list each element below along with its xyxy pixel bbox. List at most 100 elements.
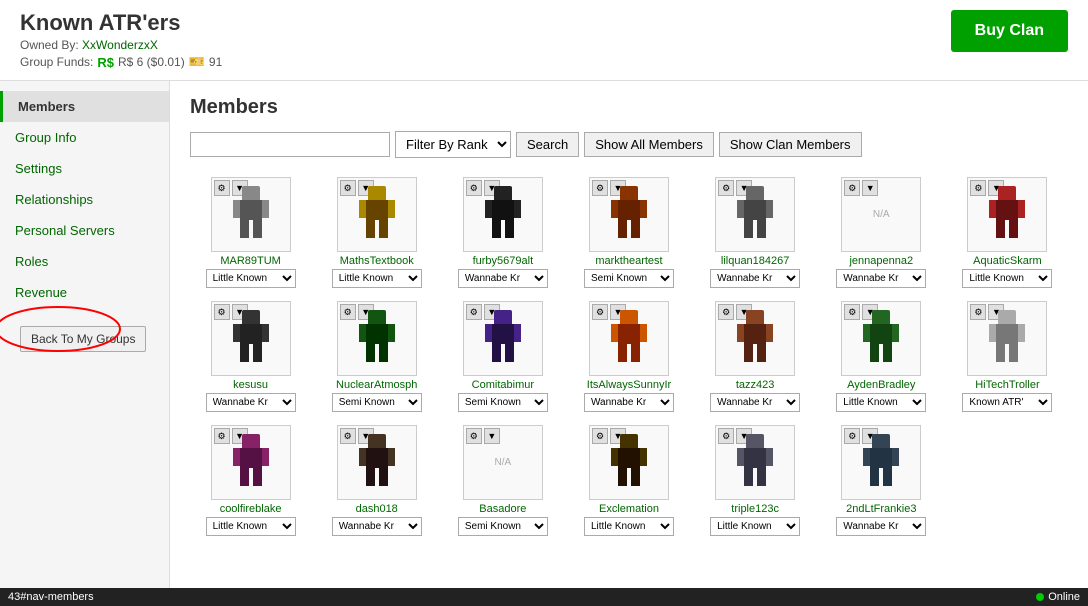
avatar-figure <box>609 434 649 492</box>
gear-icon[interactable]: ⚙ <box>592 304 608 320</box>
member-card: ⚙ ▼ ItsAlwaysSunnyIrLittle KnownWannabe … <box>568 297 689 416</box>
rank-select[interactable]: Little KnownWannabe KrSemi KnownKnown AT… <box>584 269 674 288</box>
owner-link[interactable]: XxWonderzxX <box>82 38 158 52</box>
rank-select[interactable]: Little KnownWannabe KrSemi KnownKnown AT… <box>710 393 800 412</box>
member-name[interactable]: AquaticSkarm <box>973 255 1041 267</box>
search-button[interactable]: Search <box>516 132 579 157</box>
gear-icon[interactable]: ⚙ <box>718 180 734 196</box>
member-name[interactable]: Comitabimur <box>472 379 534 391</box>
rank-select[interactable]: Little KnownWannabe KrSemi KnownKnown AT… <box>206 517 296 536</box>
gear-icon[interactable]: ⚙ <box>340 428 356 444</box>
rank-select[interactable]: Little KnownWannabe KrSemi KnownKnown AT… <box>458 269 548 288</box>
member-name[interactable]: marktheartest <box>595 255 662 267</box>
member-name[interactable]: MAR89TUM <box>220 255 281 267</box>
arrow-icon[interactable]: ▼ <box>862 180 878 196</box>
member-avatar-box: ⚙ ▼ <box>211 301 291 376</box>
member-card: ⚙ ▼ MathsTextbookLittle KnownWannabe KrS… <box>316 173 437 292</box>
member-name[interactable]: coolfireblake <box>220 503 282 515</box>
arrow-icon[interactable]: ▼ <box>484 428 500 444</box>
gear-icon[interactable]: ⚙ <box>466 180 482 196</box>
member-name[interactable]: jennapenna2 <box>849 255 913 267</box>
rank-select[interactable]: Little KnownWannabe KrSemi KnownKnown AT… <box>962 393 1052 412</box>
member-card: ⚙ ▼ tazz423Little KnownWannabe KrSemi Kn… <box>695 297 816 416</box>
back-to-my-groups-button[interactable]: Back To My Groups <box>20 326 146 352</box>
member-name[interactable]: HiTechTroller <box>975 379 1039 391</box>
member-avatar-box: ⚙ ▼ <box>967 301 1047 376</box>
header-left: Known ATR'ers Owned By: XxWonderzxX Grou… <box>20 10 222 70</box>
rank-select[interactable]: Little KnownWannabe KrSemi KnownKnown AT… <box>332 393 422 412</box>
sidebar-item-revenue[interactable]: Revenue <box>0 277 169 308</box>
member-name[interactable]: ItsAlwaysSunnyIr <box>587 379 671 391</box>
gear-icon[interactable]: ⚙ <box>970 180 986 196</box>
show-all-members-button[interactable]: Show All Members <box>584 132 714 157</box>
rank-select[interactable]: Little KnownWannabe KrSemi KnownKnown AT… <box>710 269 800 288</box>
rank-select[interactable]: Little KnownWannabe KrSemi KnownKnown AT… <box>206 269 296 288</box>
show-clan-members-button[interactable]: Show Clan Members <box>719 132 862 157</box>
gear-icon[interactable]: ⚙ <box>718 428 734 444</box>
member-avatar-box: ⚙ ▼ <box>211 177 291 252</box>
rank-select[interactable]: Little KnownWannabe KrSemi KnownKnown AT… <box>206 393 296 412</box>
gear-icon[interactable]: ⚙ <box>466 304 482 320</box>
sidebar-item-group-info[interactable]: Group Info <box>0 122 169 153</box>
member-name[interactable]: Exclemation <box>599 503 659 515</box>
status-url: 43#nav-members <box>8 591 94 603</box>
rank-select[interactable]: Little KnownWannabe KrSemi KnownKnown AT… <box>332 517 422 536</box>
avatar-na: N/A <box>495 457 512 468</box>
gear-icon[interactable]: ⚙ <box>214 428 230 444</box>
member-name[interactable]: kesusu <box>233 379 268 391</box>
member-name[interactable]: dash018 <box>356 503 398 515</box>
member-name[interactable]: lilquan184267 <box>721 255 790 267</box>
rank-select[interactable]: Little KnownWannabe KrSemi KnownKnown AT… <box>584 393 674 412</box>
gear-icon[interactable]: ⚙ <box>844 428 860 444</box>
member-name[interactable]: NuclearAtmosph <box>336 379 417 391</box>
gear-icon[interactable]: ⚙ <box>844 180 860 196</box>
member-name[interactable]: tazz423 <box>736 379 775 391</box>
avatar-figure <box>735 434 775 492</box>
member-avatar-box: ⚙ ▼ <box>841 301 921 376</box>
gear-icon[interactable]: ⚙ <box>844 304 860 320</box>
rank-select[interactable]: Little KnownWannabe KrSemi KnownKnown AT… <box>332 269 422 288</box>
rank-select[interactable]: Little KnownWannabe KrSemi KnownKnown AT… <box>710 517 800 536</box>
search-bar: Filter By Rank Little Known Wannabe Kr S… <box>190 131 1068 158</box>
gear-icon[interactable]: ⚙ <box>718 304 734 320</box>
member-card: ⚙ ▼ AydenBradley Little KnownWannabe KrSe… <box>821 297 942 416</box>
rank-select[interactable]: Little KnownWannabe KrSemi KnownKnown AT… <box>836 517 926 536</box>
gear-icon[interactable]: ⚙ <box>340 180 356 196</box>
member-card: ⚙ ▼ HiTechTroller Little KnownWannabe KrS… <box>947 297 1068 416</box>
member-name[interactable]: 2ndLtFrankie3 <box>846 503 916 515</box>
member-name[interactable]: furby5679alt <box>473 255 534 267</box>
gear-icon[interactable]: ⚙ <box>214 304 230 320</box>
avatar-figure <box>357 186 397 244</box>
gear-icon[interactable]: ⚙ <box>340 304 356 320</box>
sidebar-item-personal-servers[interactable]: Personal Servers <box>0 215 169 246</box>
avatar-figure <box>231 310 271 368</box>
sidebar-item-settings[interactable]: Settings <box>0 153 169 184</box>
member-name[interactable]: Basadore <box>479 503 526 515</box>
avatar-figure <box>609 310 649 368</box>
gear-icon[interactable]: ⚙ <box>466 428 482 444</box>
gear-icon[interactable]: ⚙ <box>592 428 608 444</box>
rank-select[interactable]: Little KnownWannabe KrSemi KnownKnown AT… <box>458 393 548 412</box>
member-name[interactable]: triple123c <box>731 503 779 515</box>
avatar-figure <box>609 186 649 244</box>
member-avatar-box: ⚙ ▼ N/A <box>841 177 921 252</box>
member-name[interactable]: AydenBradley <box>847 379 915 391</box>
rank-select[interactable]: Little KnownWannabe KrSemi KnownKnown AT… <box>836 393 926 412</box>
sidebar-item-roles[interactable]: Roles <box>0 246 169 277</box>
gear-icon[interactable]: ⚙ <box>970 304 986 320</box>
gear-icon[interactable]: ⚙ <box>214 180 230 196</box>
member-name[interactable]: MathsTextbook <box>340 255 414 267</box>
member-avatar-box: ⚙ ▼ <box>463 177 543 252</box>
gear-icon[interactable]: ⚙ <box>592 180 608 196</box>
member-card: ⚙ ▼ MAR89TUM Little KnownWannabe KrSemi K… <box>190 173 311 292</box>
rank-select[interactable]: Little KnownWannabe KrSemi KnownKnown AT… <box>836 269 926 288</box>
rank-select[interactable]: Little KnownWannabe KrSemi KnownKnown AT… <box>962 269 1052 288</box>
rank-select[interactable]: Little KnownWannabe KrSemi KnownKnown AT… <box>458 517 548 536</box>
search-input[interactable] <box>190 132 390 157</box>
avatar-figure <box>231 186 271 244</box>
buy-clan-button[interactable]: Buy Clan <box>951 10 1068 52</box>
sidebar-item-members[interactable]: Members <box>0 91 169 122</box>
filter-rank-select[interactable]: Filter By Rank Little Known Wannabe Kr S… <box>395 131 511 158</box>
sidebar-item-relationships[interactable]: Relationships <box>0 184 169 215</box>
rank-select[interactable]: Little KnownWannabe KrSemi KnownKnown AT… <box>584 517 674 536</box>
